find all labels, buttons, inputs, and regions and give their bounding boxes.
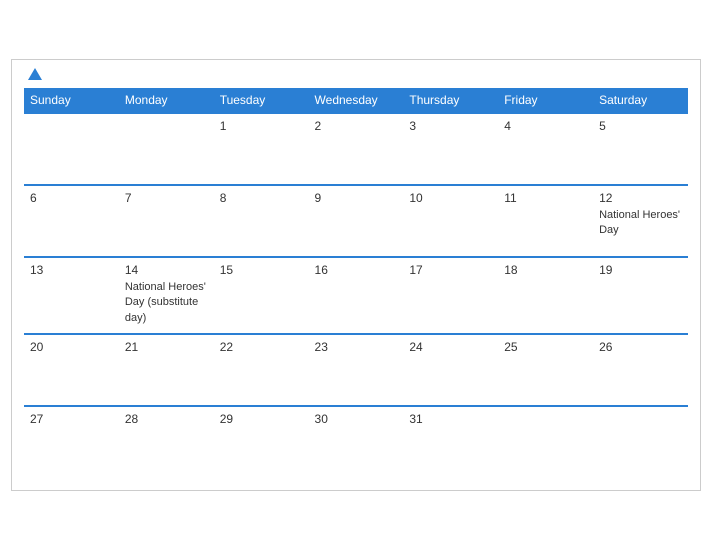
event-text: National Heroes' Day (substitute day) [125, 281, 206, 324]
calendar-day-cell: 26 [593, 334, 688, 406]
day-number: 31 [409, 412, 492, 426]
calendar-day-cell: 21 [119, 334, 214, 406]
weekday-header-tuesday: Tuesday [214, 88, 309, 113]
calendar-day-cell: 28 [119, 406, 214, 478]
calendar-day-cell: 25 [498, 334, 593, 406]
day-number: 15 [220, 263, 303, 277]
weekday-header-monday: Monday [119, 88, 214, 113]
day-number: 21 [125, 340, 208, 354]
calendar-day-cell: 27 [24, 406, 119, 478]
calendar-day-cell: 2 [309, 113, 404, 185]
weekday-header-sunday: Sunday [24, 88, 119, 113]
calendar-day-cell: 22 [214, 334, 309, 406]
calendar-day-cell: 11 [498, 185, 593, 257]
calendar-week-row: 13 14 National Heroes' Day (substitute day… [24, 257, 688, 334]
day-number: 12 [599, 191, 682, 205]
day-number: 19 [599, 263, 682, 277]
day-number: 27 [30, 412, 113, 426]
calendar-day-cell: 5 [593, 113, 688, 185]
day-number: 5 [599, 119, 682, 133]
calendar-week-row: 6789 10 11 12 National Heroes' Day [24, 185, 688, 257]
day-number: 24 [409, 340, 492, 354]
calendar-day-cell: 8 [214, 185, 309, 257]
calendar-container: SundayMondayTuesdayWednesdayThursdayFrid… [11, 59, 701, 491]
day-number: 14 [125, 263, 208, 277]
calendar-day-cell: 15 [214, 257, 309, 334]
calendar-day-cell: 4 [498, 113, 593, 185]
day-number: 2 [315, 119, 398, 133]
day-number: 23 [315, 340, 398, 354]
calendar-day-cell: 30 [309, 406, 404, 478]
day-number: 9 [315, 191, 398, 205]
day-number: 25 [504, 340, 587, 354]
weekday-header-thursday: Thursday [403, 88, 498, 113]
calendar-week-row: 27 28 29 30 31 [24, 406, 688, 478]
day-number: 1 [220, 119, 303, 133]
day-number: 6 [30, 191, 113, 205]
day-number: 8 [220, 191, 303, 205]
calendar-day-cell: 3 [403, 113, 498, 185]
day-number: 28 [125, 412, 208, 426]
calendar-day-cell [593, 406, 688, 478]
calendar-day-cell [119, 113, 214, 185]
calendar-day-cell: 16 [309, 257, 404, 334]
calendar-day-cell: 12 National Heroes' Day [593, 185, 688, 257]
calendar-day-cell: 13 [24, 257, 119, 334]
weekday-header-saturday: Saturday [593, 88, 688, 113]
day-number: 30 [315, 412, 398, 426]
logo-triangle-icon [28, 68, 42, 80]
calendar-day-cell: 23 [309, 334, 404, 406]
day-number: 13 [30, 263, 113, 277]
calendar-day-cell: 17 [403, 257, 498, 334]
calendar-day-cell [24, 113, 119, 185]
day-number: 29 [220, 412, 303, 426]
calendar-day-cell: 29 [214, 406, 309, 478]
calendar-day-cell: 19 [593, 257, 688, 334]
day-number: 16 [315, 263, 398, 277]
weekday-header-row: SundayMondayTuesdayWednesdayThursdayFrid… [24, 88, 688, 113]
day-number: 7 [125, 191, 208, 205]
logo [24, 70, 42, 80]
calendar-day-cell: 7 [119, 185, 214, 257]
calendar-week-row: 12345 [24, 113, 688, 185]
calendar-day-cell: 9 [309, 185, 404, 257]
event-text: National Heroes' Day [599, 209, 680, 236]
day-number: 18 [504, 263, 587, 277]
day-number: 10 [409, 191, 492, 205]
calendar-day-cell: 14 National Heroes' Day (substitute day) [119, 257, 214, 334]
calendar-day-cell: 24 [403, 334, 498, 406]
calendar-day-cell: 31 [403, 406, 498, 478]
day-number: 22 [220, 340, 303, 354]
calendar-week-row: 20 21 22 23 24 25 26 [24, 334, 688, 406]
calendar-header [24, 70, 688, 80]
weekday-header-friday: Friday [498, 88, 593, 113]
calendar-day-cell: 18 [498, 257, 593, 334]
calendar-day-cell: 10 [403, 185, 498, 257]
day-number: 4 [504, 119, 587, 133]
day-number: 3 [409, 119, 492, 133]
calendar-day-cell [498, 406, 593, 478]
day-number: 20 [30, 340, 113, 354]
calendar-day-cell: 1 [214, 113, 309, 185]
weekday-header-wednesday: Wednesday [309, 88, 404, 113]
calendar-day-cell: 6 [24, 185, 119, 257]
calendar-table: SundayMondayTuesdayWednesdayThursdayFrid… [24, 88, 688, 478]
calendar-day-cell: 20 [24, 334, 119, 406]
day-number: 11 [504, 191, 587, 205]
day-number: 26 [599, 340, 682, 354]
day-number: 17 [409, 263, 492, 277]
